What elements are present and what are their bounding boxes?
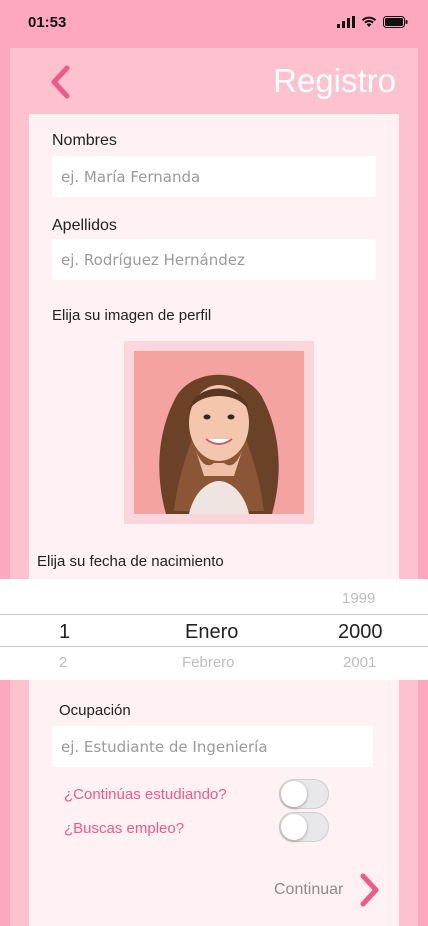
picker-month-below[interactable]: Febrero [182, 654, 235, 671]
back-button[interactable] [40, 60, 80, 104]
page-title: Registro [273, 62, 396, 99]
apellidos-label: Apellidos [52, 217, 117, 234]
battery-icon [383, 16, 408, 28]
picker-year-above[interactable]: 1999 [342, 590, 375, 607]
picker-year-below[interactable]: 2001 [343, 654, 376, 671]
status-bar: 01:53 [0, 0, 428, 46]
picker-month-selected[interactable]: Enero [185, 621, 238, 644]
status-time: 01:53 [28, 14, 67, 31]
employment-toggle[interactable] [279, 812, 329, 842]
ocupacion-input[interactable] [52, 726, 373, 767]
chevron-left-icon [51, 65, 70, 99]
picker-day-selected[interactable]: 1 [59, 621, 70, 644]
chevron-right-icon [360, 873, 379, 907]
profile-image-label: Elija su imagen de perfil [52, 307, 212, 324]
studying-toggle[interactable] [279, 779, 329, 809]
wifi-icon [361, 16, 377, 27]
employment-label: ¿Buscas empleo? [64, 820, 185, 837]
continue-label: Continuar [274, 881, 344, 898]
picker-year-selected[interactable]: 2000 [338, 621, 383, 644]
profile-photo-image [134, 351, 304, 514]
studying-label: ¿Continúas estudiando? [64, 786, 227, 803]
date-picker[interactable]: 1999 1 Enero 2000 2 Febrero 2001 [0, 579, 428, 680]
birthdate-label: Elija su fecha de nacimiento [37, 553, 224, 570]
nombres-input[interactable] [52, 156, 376, 197]
ocupacion-label: Ocupación [59, 702, 131, 719]
continue-button[interactable]: Continuar [274, 870, 381, 910]
apellidos-input[interactable] [52, 239, 376, 280]
employment-toggle-knob [281, 814, 307, 840]
profile-photo[interactable] [134, 351, 304, 514]
status-icons [337, 16, 408, 28]
nombres-label: Nombres [52, 132, 117, 149]
studying-toggle-knob [281, 781, 307, 807]
picker-day-below[interactable]: 2 [59, 654, 67, 671]
signal-icon [337, 16, 355, 28]
